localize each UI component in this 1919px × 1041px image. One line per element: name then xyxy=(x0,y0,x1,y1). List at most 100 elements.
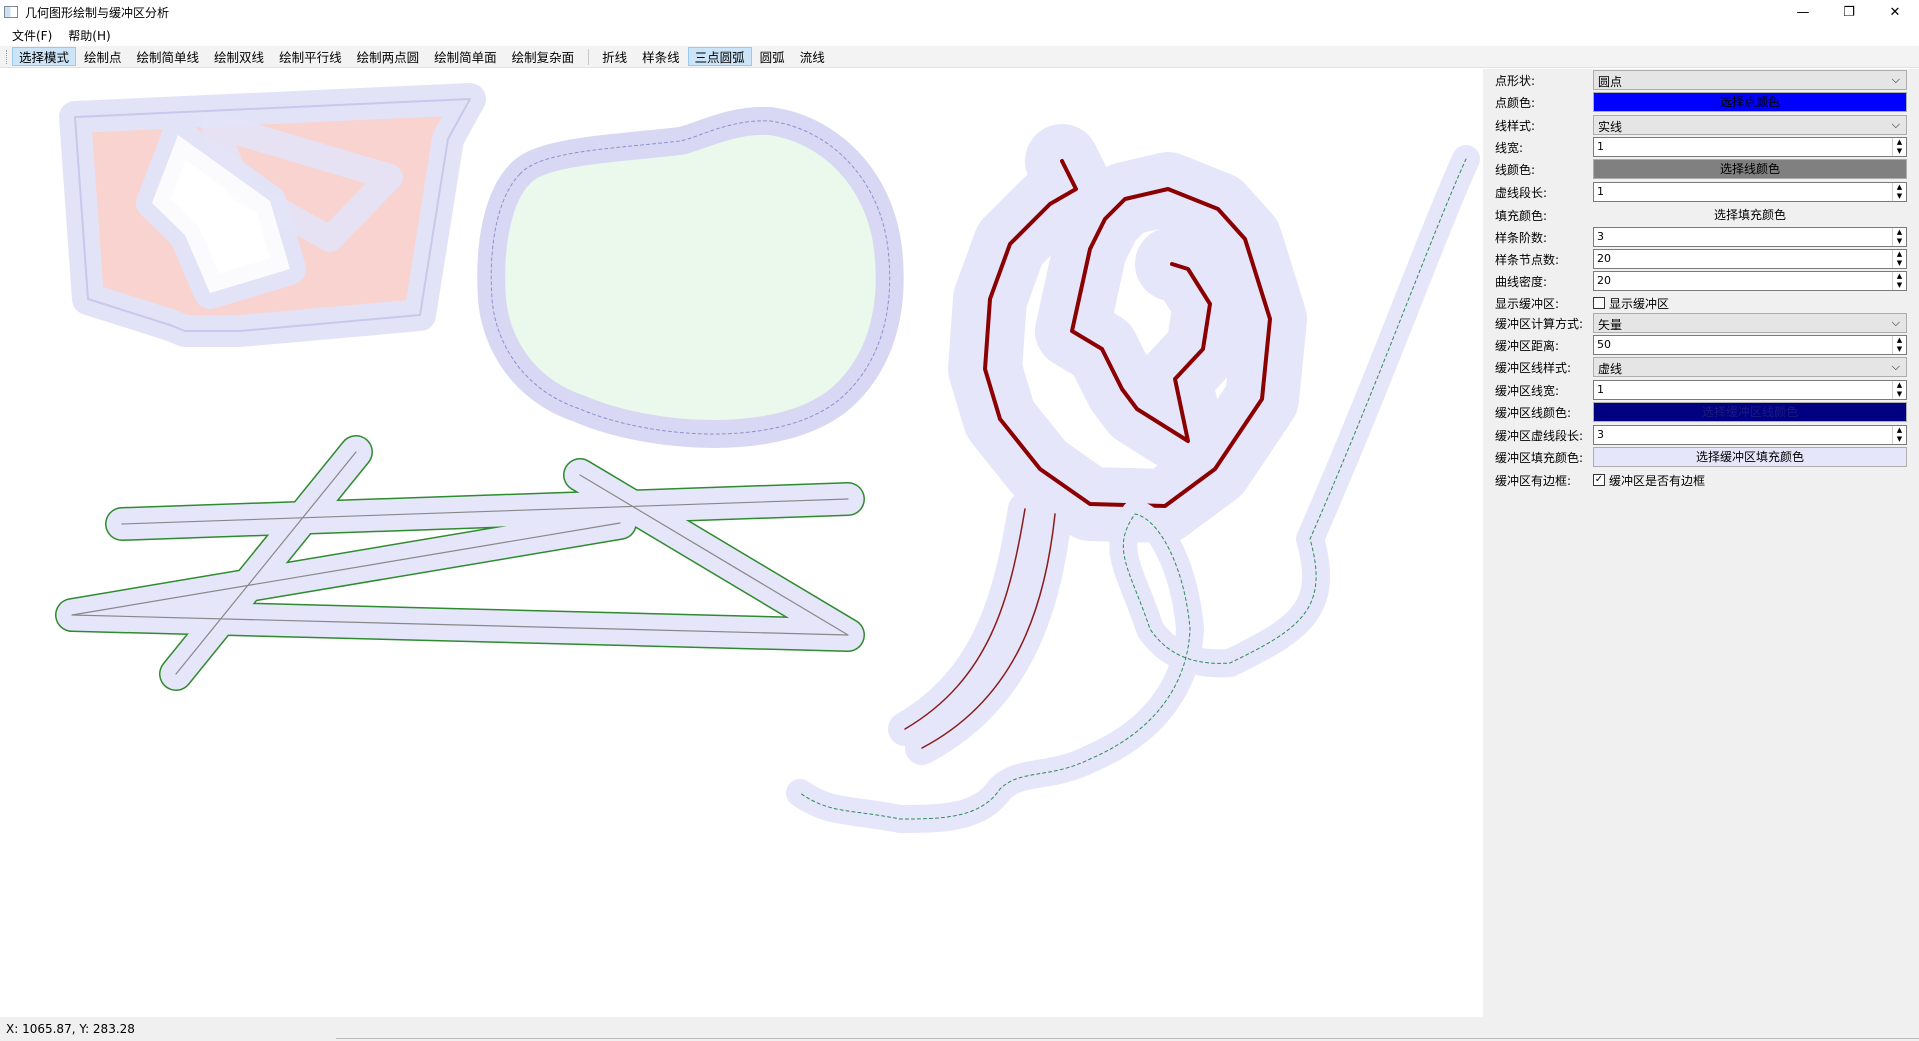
tool-three-point-arc[interactable]: 三点圆弧 xyxy=(687,47,752,66)
curve-density-spinbox[interactable]: 20 ▲ ▼ xyxy=(1593,271,1907,291)
buffer-dash-length-value: 3 xyxy=(1597,428,1604,441)
buffer-line-color-button[interactable]: 选择缓冲区线颜色 xyxy=(1593,402,1907,422)
tool-draw-parallel-line[interactable]: 绘制平行线 xyxy=(272,47,349,66)
maximize-icon[interactable]: ❐ xyxy=(1826,0,1872,24)
buffer-line-width-label: 缓冲区线宽: xyxy=(1495,384,1560,398)
polyline-shape[interactable] xyxy=(55,435,865,691)
point-color-button[interactable]: 选择点颜色 xyxy=(1593,92,1907,112)
line-width-spinbox[interactable]: 1 ▲ ▼ xyxy=(1593,137,1907,157)
curve-density-label: 曲线密度: xyxy=(1495,275,1548,289)
line-width-label: 线宽: xyxy=(1495,141,1524,155)
buffer-line-color-label: 缓冲区线颜色: xyxy=(1495,406,1572,420)
chevron-down-icon: ⌵ xyxy=(1891,316,1900,329)
menu-file[interactable]: 文件(F) xyxy=(4,25,60,46)
buffer-fill-color-label: 缓冲区填充颜色: xyxy=(1495,451,1584,465)
status-bar: X: 1065.87, Y: 283.28 xyxy=(0,1017,1919,1041)
buffer-method-label: 缓冲区计算方式: xyxy=(1495,317,1584,331)
spin-arrows-icon[interactable]: ▲ ▼ xyxy=(1892,272,1906,290)
line-color-button[interactable]: 选择线颜色 xyxy=(1593,159,1907,179)
buffer-border-text: 缓冲区是否有边框 xyxy=(1609,473,1706,488)
spline-nodes-spinbox[interactable]: 20 ▲ ▼ xyxy=(1593,249,1907,269)
checkmark-icon[interactable]: ✓ xyxy=(1593,474,1605,486)
spline-order-spinbox[interactable]: 3 ▲ ▼ xyxy=(1593,227,1907,247)
tool-streamline[interactable]: 流线 xyxy=(793,47,832,66)
spin-arrows-icon[interactable]: ▲ ▼ xyxy=(1892,250,1906,268)
curve-density-value: 20 xyxy=(1597,274,1611,287)
minimize-icon[interactable]: — xyxy=(1780,0,1826,24)
spline-order-label: 样条阶数: xyxy=(1495,231,1548,245)
tool-spline[interactable]: 样条线 xyxy=(635,47,687,66)
buffer-distance-label: 缓冲区距离: xyxy=(1495,339,1560,353)
menu-help[interactable]: 帮助(H) xyxy=(60,25,118,46)
tool-draw-two-point-circle[interactable]: 绘制两点圆 xyxy=(350,47,427,66)
tool-draw-double-line[interactable]: 绘制双线 xyxy=(207,47,271,66)
line-color-label: 线颜色: xyxy=(1495,163,1536,177)
spline-nodes-value: 20 xyxy=(1597,252,1611,265)
buffer-method-value: 矢量 xyxy=(1598,318,1623,332)
buffer-border-checkbox[interactable]: ✓ 缓冲区是否有边框 xyxy=(1593,470,1907,490)
fill-color-button[interactable]: 选择填充颜色 xyxy=(1593,205,1907,225)
spin-arrows-icon[interactable]: ▲ ▼ xyxy=(1892,336,1906,354)
spiral-line-shape[interactable] xyxy=(948,124,1307,543)
tool-select-mode[interactable]: 选择模式 xyxy=(12,47,77,66)
spline-nodes-label: 样条节点数: xyxy=(1495,253,1560,267)
point-shape-select[interactable]: 圆点 ⌵ xyxy=(1593,70,1907,90)
circle-polygon-shape[interactable] xyxy=(477,106,904,448)
line-style-label: 线样式: xyxy=(1495,119,1536,133)
spline-order-value: 3 xyxy=(1597,230,1604,243)
buffer-dash-length-spinbox[interactable]: 3 ▲ ▼ xyxy=(1593,425,1907,445)
buffer-line-style-select[interactable]: 虚线 ⌵ xyxy=(1593,357,1907,377)
dash-length-value: 1 xyxy=(1597,185,1604,198)
properties-panel: 点形状: 圆点 ⌵ 点颜色: 选择点颜色 线样式: 实线 ⌵ 线宽: 1 ▲ ▼ 线颜色: 选择线… xyxy=(1483,69,1919,1017)
buffer-line-width-spinbox[interactable]: 1 ▲ ▼ xyxy=(1593,380,1907,400)
toolbar-separator xyxy=(588,48,590,65)
window-title: 几何图形绘制与缓冲区分析 xyxy=(25,5,170,20)
tool-draw-point[interactable]: 绘制点 xyxy=(77,47,129,66)
cursor-coordinates: X: 1065.87, Y: 283.28 xyxy=(6,1022,135,1036)
buffer-method-select[interactable]: 矢量 ⌵ xyxy=(1593,313,1907,333)
buffer-line-width-value: 1 xyxy=(1597,383,1604,396)
buffer-dash-length-label: 缓冲区虚线段长: xyxy=(1495,429,1584,443)
point-color-label: 点颜色: xyxy=(1495,96,1536,110)
buffer-border-label: 缓冲区有边框: xyxy=(1495,474,1572,488)
chevron-down-icon: ⌵ xyxy=(1891,360,1900,373)
line-width-value: 1 xyxy=(1597,140,1604,153)
show-buffer-text: 显示缓冲区 xyxy=(1609,296,1670,311)
line-style-select[interactable]: 实线 ⌵ xyxy=(1593,115,1907,135)
double-line-shape[interactable] xyxy=(888,492,1072,765)
show-buffer-checkbox[interactable]: 显示缓冲区 xyxy=(1593,293,1907,313)
buffer-line-style-value: 虚线 xyxy=(1598,362,1623,376)
spin-arrows-icon[interactable]: ▲ ▼ xyxy=(1892,183,1906,201)
buffer-line-style-label: 缓冲区线样式: xyxy=(1495,361,1572,375)
menu-bar: 文件(F) 帮助(H) xyxy=(0,24,1919,46)
dash-length-spinbox[interactable]: 1 ▲ ▼ xyxy=(1593,182,1907,202)
spin-arrows-icon[interactable]: ▲ ▼ xyxy=(1892,426,1906,444)
dash-length-label: 虚线段长: xyxy=(1495,186,1548,200)
buffer-fill-color-button[interactable]: 选择缓冲区填充颜色 xyxy=(1593,447,1907,467)
status-divider xyxy=(336,1038,1919,1039)
tool-polyline[interactable]: 折线 xyxy=(595,47,634,66)
complex-polygon-shape[interactable] xyxy=(59,83,486,347)
point-shape-value: 圆点 xyxy=(1598,75,1623,89)
chevron-down-icon: ⌵ xyxy=(1891,118,1900,131)
line-style-value: 实线 xyxy=(1598,120,1623,134)
chevron-down-icon: ⌵ xyxy=(1891,73,1900,86)
tool-arc[interactable]: 圆弧 xyxy=(753,47,792,66)
tool-draw-simple-polygon[interactable]: 绘制简单面 xyxy=(427,47,504,66)
canvas-svg[interactable] xyxy=(0,69,1482,1017)
buffer-distance-spinbox[interactable]: 50 ▲ ▼ xyxy=(1593,335,1907,355)
title-bar: 几何图形绘制与缓冲区分析 — ❐ ✕ xyxy=(0,0,1919,24)
drawing-canvas[interactable] xyxy=(0,69,1482,1017)
spin-arrows-icon[interactable]: ▲ ▼ xyxy=(1892,138,1906,156)
buffer-distance-value: 50 xyxy=(1597,338,1611,351)
toolbar: 选择模式 绘制点 绘制简单线 绘制双线 绘制平行线 绘制两点圆 绘制简单面 绘制… xyxy=(0,46,1919,68)
checkbox-unchecked-icon[interactable] xyxy=(1593,297,1605,309)
tool-draw-simple-line[interactable]: 绘制简单线 xyxy=(130,47,207,66)
spin-arrows-icon[interactable]: ▲ ▼ xyxy=(1892,228,1906,246)
tool-draw-complex-polygon[interactable]: 绘制复杂面 xyxy=(505,47,582,66)
toolbar-grip[interactable] xyxy=(6,49,9,64)
spin-arrows-icon[interactable]: ▲ ▼ xyxy=(1892,381,1906,399)
point-shape-label: 点形状: xyxy=(1495,74,1536,88)
fill-color-label: 填充颜色: xyxy=(1495,209,1548,223)
close-icon[interactable]: ✕ xyxy=(1872,0,1918,24)
